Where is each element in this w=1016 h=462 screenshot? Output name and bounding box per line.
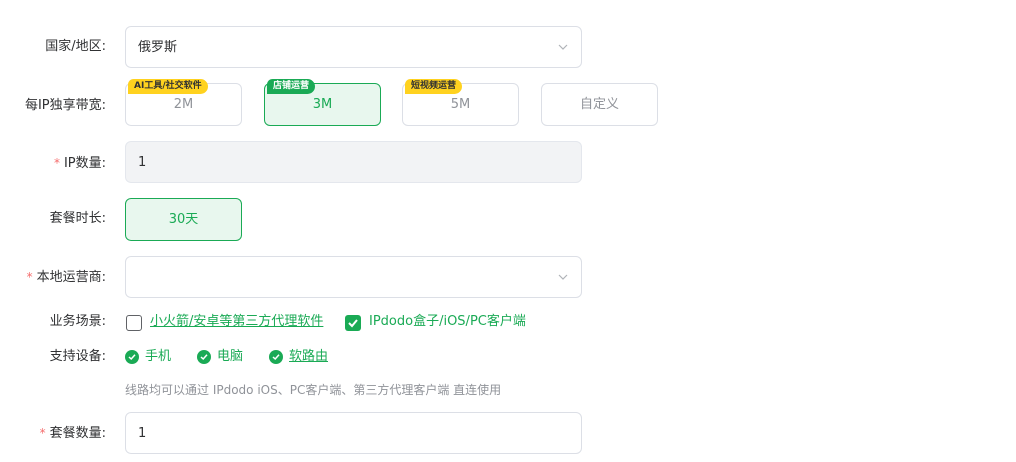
device-phone: 手机: [145, 349, 172, 364]
required-mark: *: [53, 156, 60, 170]
package-qty-input[interactable]: 1: [125, 412, 582, 454]
scenario-checkbox-third-party[interactable]: [126, 315, 142, 331]
ip-count-input: 1: [125, 141, 582, 183]
bandwidth-label: 每IP独享带宽:: [24, 98, 106, 113]
chevron-down-icon: [558, 44, 568, 50]
bandwidth-option-label: 2M: [173, 97, 194, 112]
carrier-select[interactable]: [125, 256, 582, 298]
duration-option-label: 30天: [168, 212, 199, 227]
check-circle-icon: [269, 350, 283, 364]
bandwidth-option-2m[interactable]: AI工具/社交软件 2M: [125, 79, 242, 126]
chevron-down-icon: [558, 274, 568, 280]
bandwidth-option-3m[interactable]: 店铺运营 3M: [264, 79, 381, 126]
ip-count-label: * IP数量:: [53, 156, 106, 171]
ip-count-value: 1: [138, 155, 147, 170]
bandwidth-option-custom[interactable]: 自定义: [541, 83, 658, 126]
carrier-label: * 本地运营商:: [26, 270, 106, 285]
check-circle-icon: [125, 350, 139, 364]
scenario-label-ipdodo[interactable]: IPdodo盒子/iOS/PC客户端: [369, 312, 526, 332]
country-value: 俄罗斯: [138, 40, 178, 55]
bandwidth-tag-ai-social: AI工具/社交软件: [128, 79, 208, 94]
package-qty-value: 1: [138, 426, 147, 441]
duration-option-30d[interactable]: 30天: [125, 198, 242, 241]
check-circle-icon: [197, 350, 211, 364]
scenario-label-third-party[interactable]: 小火箭/安卓等第三方代理软件: [150, 312, 323, 332]
scenario-checkbox-ipdodo[interactable]: [345, 315, 361, 331]
package-qty-label: * 套餐数量:: [39, 426, 106, 441]
bandwidth-option-label: 5M: [450, 97, 471, 112]
bandwidth-option-5m[interactable]: 短视频运营 5M: [402, 79, 519, 126]
country-label: 国家/地区:: [45, 39, 106, 54]
bandwidth-option-label: 自定义: [579, 97, 619, 112]
check-icon: [348, 319, 358, 328]
devices-label: 支持设备:: [49, 349, 106, 364]
bandwidth-option-label: 3M: [312, 97, 333, 112]
required-mark: *: [39, 426, 46, 440]
devices-hint: 线路均可以通过 IPdodo iOS、PC客户端、第三方代理客户端 直连使用: [125, 383, 502, 397]
scenario-label: 业务场景:: [49, 314, 106, 329]
device-pc: 电脑: [217, 349, 244, 364]
duration-label: 套餐时长:: [49, 211, 106, 226]
required-mark: *: [26, 270, 33, 284]
bandwidth-tag-store: 店铺运营: [267, 79, 316, 94]
country-select[interactable]: 俄罗斯: [125, 26, 582, 68]
bandwidth-tag-short-video: 短视频运营: [405, 79, 463, 94]
device-soft-router-link[interactable]: 软路由: [289, 347, 328, 367]
